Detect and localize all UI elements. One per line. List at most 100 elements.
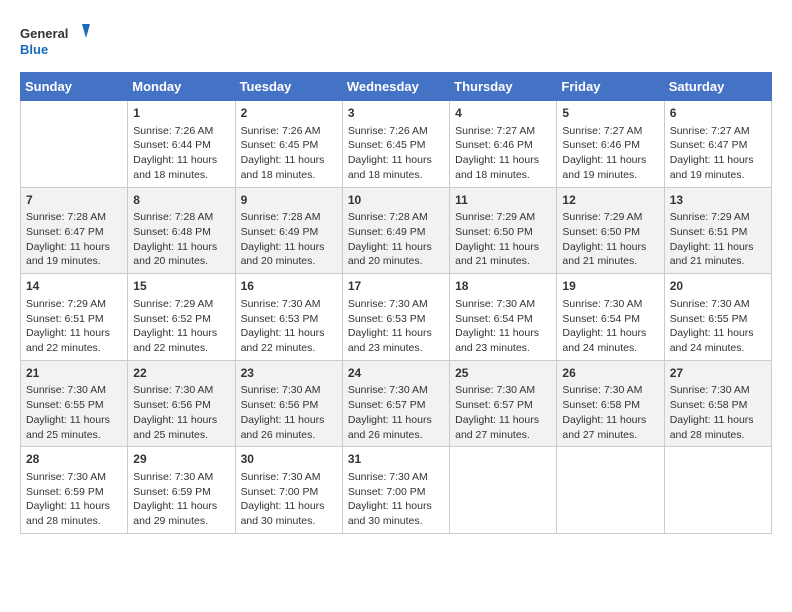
calendar-cell: 30Sunrise: 7:30 AMSunset: 7:00 PMDayligh… bbox=[235, 447, 342, 534]
day-number: 25 bbox=[455, 365, 551, 382]
day-info: Sunset: 6:46 PM bbox=[562, 138, 658, 153]
calendar-cell: 21Sunrise: 7:30 AMSunset: 6:55 PMDayligh… bbox=[21, 360, 128, 447]
day-number: 10 bbox=[348, 192, 444, 209]
day-info: Sunrise: 7:29 AM bbox=[670, 210, 766, 225]
svg-text:Blue: Blue bbox=[20, 42, 48, 57]
day-info: Daylight: 11 hours and 23 minutes. bbox=[455, 326, 551, 355]
day-info: Sunset: 6:49 PM bbox=[348, 225, 444, 240]
calendar-cell: 24Sunrise: 7:30 AMSunset: 6:57 PMDayligh… bbox=[342, 360, 449, 447]
day-info: Daylight: 11 hours and 20 minutes. bbox=[241, 240, 337, 269]
day-number: 1 bbox=[133, 105, 229, 122]
day-number: 16 bbox=[241, 278, 337, 295]
calendar-cell: 14Sunrise: 7:29 AMSunset: 6:51 PMDayligh… bbox=[21, 274, 128, 361]
week-row-5: 28Sunrise: 7:30 AMSunset: 6:59 PMDayligh… bbox=[21, 447, 772, 534]
day-info: Daylight: 11 hours and 18 minutes. bbox=[455, 153, 551, 182]
day-info: Sunset: 6:56 PM bbox=[133, 398, 229, 413]
calendar-table: SundayMondayTuesdayWednesdayThursdayFrid… bbox=[20, 72, 772, 534]
day-info: Sunrise: 7:30 AM bbox=[455, 297, 551, 312]
day-info: Sunrise: 7:29 AM bbox=[562, 210, 658, 225]
day-number: 28 bbox=[26, 451, 122, 468]
day-info: Sunset: 6:51 PM bbox=[670, 225, 766, 240]
day-info: Daylight: 11 hours and 18 minutes. bbox=[133, 153, 229, 182]
day-number: 2 bbox=[241, 105, 337, 122]
day-info: Sunset: 7:00 PM bbox=[348, 485, 444, 500]
day-info: Daylight: 11 hours and 28 minutes. bbox=[26, 499, 122, 528]
day-info: Sunrise: 7:30 AM bbox=[455, 383, 551, 398]
day-info: Sunset: 6:57 PM bbox=[455, 398, 551, 413]
day-info: Sunset: 6:58 PM bbox=[562, 398, 658, 413]
day-info: Sunrise: 7:30 AM bbox=[26, 383, 122, 398]
day-info: Sunrise: 7:28 AM bbox=[133, 210, 229, 225]
calendar-cell: 18Sunrise: 7:30 AMSunset: 6:54 PMDayligh… bbox=[450, 274, 557, 361]
day-info: Sunset: 6:47 PM bbox=[670, 138, 766, 153]
day-info: Sunrise: 7:29 AM bbox=[26, 297, 122, 312]
day-number: 6 bbox=[670, 105, 766, 122]
day-info: Sunrise: 7:27 AM bbox=[562, 124, 658, 139]
day-info: Sunset: 6:54 PM bbox=[455, 312, 551, 327]
calendar-cell: 15Sunrise: 7:29 AMSunset: 6:52 PMDayligh… bbox=[128, 274, 235, 361]
day-number: 31 bbox=[348, 451, 444, 468]
calendar-cell bbox=[557, 447, 664, 534]
calendar-cell: 31 Sunrise: 7:30 AMSunset: 7:00 PMDayligh… bbox=[342, 447, 449, 534]
day-number: 19 bbox=[562, 278, 658, 295]
day-info: Sunset: 6:58 PM bbox=[670, 398, 766, 413]
calendar-header: SundayMondayTuesdayWednesdayThursdayFrid… bbox=[21, 73, 772, 101]
calendar-cell: 6 Sunrise: 7:27 AMSunset: 6:47 PMDaylight… bbox=[664, 101, 771, 188]
day-info: Sunrise: 7:30 AM bbox=[562, 297, 658, 312]
day-info: Daylight: 11 hours and 26 minutes. bbox=[348, 413, 444, 442]
day-info: Daylight: 11 hours and 19 minutes. bbox=[26, 240, 122, 269]
calendar-cell: 22Sunrise: 7:30 AMSunset: 6:56 PMDayligh… bbox=[128, 360, 235, 447]
day-number: 26 bbox=[562, 365, 658, 382]
day-info: Sunset: 6:49 PM bbox=[241, 225, 337, 240]
calendar-cell: 4Sunrise: 7:27 AMSunset: 6:46 PMDaylight… bbox=[450, 101, 557, 188]
day-number: 30 bbox=[241, 451, 337, 468]
calendar-cell: 3Sunrise: 7:26 AMSunset: 6:45 PMDaylight… bbox=[342, 101, 449, 188]
calendar-cell: 28Sunrise: 7:30 AMSunset: 6:59 PMDayligh… bbox=[21, 447, 128, 534]
calendar-cell: 16Sunrise: 7:30 AMSunset: 6:53 PMDayligh… bbox=[235, 274, 342, 361]
day-info: Sunrise: 7:30 AM bbox=[133, 383, 229, 398]
day-number: 29 bbox=[133, 451, 229, 468]
week-row-1: 1Sunrise: 7:26 AMSunset: 6:44 PMDaylight… bbox=[21, 101, 772, 188]
day-number: 5 bbox=[562, 105, 658, 122]
day-info: Sunrise: 7:30 AM bbox=[26, 470, 122, 485]
column-header-sunday: Sunday bbox=[21, 73, 128, 101]
calendar-cell: 13Sunrise: 7:29 AMSunset: 6:51 PMDayligh… bbox=[664, 187, 771, 274]
day-info: Sunrise: 7:30 AM bbox=[348, 297, 444, 312]
calendar-cell: 1Sunrise: 7:26 AMSunset: 6:44 PMDaylight… bbox=[128, 101, 235, 188]
calendar-cell: 19Sunrise: 7:30 AMSunset: 6:54 PMDayligh… bbox=[557, 274, 664, 361]
day-number: 17 bbox=[348, 278, 444, 295]
calendar-cell: 27Sunrise: 7:30 AMSunset: 6:58 PMDayligh… bbox=[664, 360, 771, 447]
day-number: 27 bbox=[670, 365, 766, 382]
day-info: Sunrise: 7:27 AM bbox=[670, 124, 766, 139]
day-info: Sunset: 6:53 PM bbox=[348, 312, 444, 327]
day-info: Daylight: 11 hours and 21 minutes. bbox=[455, 240, 551, 269]
day-number: 13 bbox=[670, 192, 766, 209]
day-info: Sunrise: 7:30 AM bbox=[670, 297, 766, 312]
calendar-cell: 8Sunrise: 7:28 AMSunset: 6:48 PMDaylight… bbox=[128, 187, 235, 274]
svg-text:General: General bbox=[20, 26, 68, 41]
week-row-2: 7Sunrise: 7:28 AMSunset: 6:47 PMDaylight… bbox=[21, 187, 772, 274]
calendar-cell: 26Sunrise: 7:30 AMSunset: 6:58 PMDayligh… bbox=[557, 360, 664, 447]
day-info: Sunset: 6:55 PM bbox=[26, 398, 122, 413]
day-info: Daylight: 11 hours and 18 minutes. bbox=[348, 153, 444, 182]
day-info: Daylight: 11 hours and 22 minutes. bbox=[133, 326, 229, 355]
calendar-cell: 10Sunrise: 7:28 AMSunset: 6:49 PMDayligh… bbox=[342, 187, 449, 274]
day-info: Daylight: 11 hours and 21 minutes. bbox=[670, 240, 766, 269]
calendar-cell: 23Sunrise: 7:30 AMSunset: 6:56 PMDayligh… bbox=[235, 360, 342, 447]
day-number: 11 bbox=[455, 192, 551, 209]
day-info: Sunrise: 7:30 AM bbox=[562, 383, 658, 398]
day-info: Sunset: 6:45 PM bbox=[348, 138, 444, 153]
day-info: Daylight: 11 hours and 30 minutes. bbox=[348, 499, 444, 528]
day-number: 8 bbox=[133, 192, 229, 209]
day-info: Sunrise: 7:30 AM bbox=[241, 470, 337, 485]
day-info: Daylight: 11 hours and 28 minutes. bbox=[670, 413, 766, 442]
day-info: Sunset: 6:45 PM bbox=[241, 138, 337, 153]
day-info: Sunrise: 7:29 AM bbox=[455, 210, 551, 225]
day-info: Sunrise: 7:26 AM bbox=[133, 124, 229, 139]
day-info: Daylight: 11 hours and 19 minutes. bbox=[670, 153, 766, 182]
day-info: Sunrise: 7:30 AM bbox=[133, 470, 229, 485]
day-info: Sunset: 6:47 PM bbox=[26, 225, 122, 240]
day-info: Daylight: 11 hours and 18 minutes. bbox=[241, 153, 337, 182]
calendar-cell: 17Sunrise: 7:30 AMSunset: 6:53 PMDayligh… bbox=[342, 274, 449, 361]
day-info: Sunrise: 7:30 AM bbox=[348, 470, 444, 485]
